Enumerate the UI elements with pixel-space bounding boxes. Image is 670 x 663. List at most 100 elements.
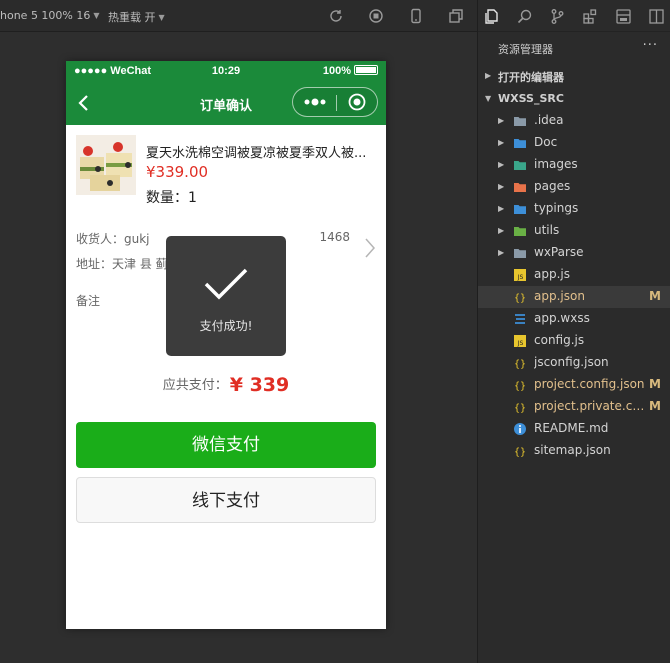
chevron-right-icon: ▶ bbox=[498, 138, 505, 147]
battery-status: 100% bbox=[323, 65, 378, 77]
stop-icon[interactable] bbox=[368, 8, 384, 24]
hot-reload-label: 热重载 开 bbox=[108, 11, 156, 24]
chevron-right-icon: ▶ bbox=[498, 116, 505, 125]
explorer-more-button[interactable]: ··· bbox=[643, 38, 658, 53]
nav-bar: 订单确认 bbox=[66, 82, 386, 125]
explorer-title: 资源管理器 bbox=[498, 43, 553, 56]
open-editors-label: 打开的编辑器 bbox=[498, 71, 564, 84]
more-icon[interactable] bbox=[648, 8, 665, 25]
debug-icon[interactable] bbox=[615, 8, 632, 25]
menu-capsule bbox=[292, 87, 378, 117]
devtools-window: hone 5 100% 16 ▼ 热重载 开 ▼ ●●●●● WeChat 10:2… bbox=[0, 0, 670, 663]
battery-icon bbox=[354, 65, 378, 75]
window-icon[interactable] bbox=[448, 8, 464, 24]
check-icon bbox=[204, 268, 248, 300]
tree-file[interactable]: JS app.js bbox=[478, 264, 670, 286]
file-name: project.config.json bbox=[534, 377, 645, 391]
capsule-divider bbox=[336, 95, 337, 111]
tree-file[interactable]: {} app.json M bbox=[478, 286, 670, 308]
tree-file[interactable]: JS config.js bbox=[478, 330, 670, 352]
tree-folder[interactable]: ▶ wxParse bbox=[478, 242, 670, 264]
receiver-phone: 1468 bbox=[319, 230, 350, 244]
svg-text:{}: {} bbox=[514, 359, 526, 370]
status-bar: ●●●●● WeChat 10:29 100% bbox=[66, 61, 386, 82]
modified-badge: M bbox=[649, 377, 661, 391]
hot-reload-toggle[interactable]: 热重载 开 ▼ bbox=[108, 9, 165, 25]
modified-badge: M bbox=[649, 399, 661, 413]
total-row: 应共支付： ¥ 339 bbox=[66, 374, 386, 396]
more-dots-icon[interactable] bbox=[303, 96, 327, 108]
chevron-right-icon: ▶ bbox=[498, 204, 505, 213]
file-name: images bbox=[534, 157, 578, 171]
modified-badge: M bbox=[649, 289, 661, 303]
order-note[interactable]: 备注 bbox=[76, 292, 100, 309]
file-name: typings bbox=[534, 201, 579, 215]
root-folder-section[interactable]: ▼ WXSS_SRC bbox=[478, 88, 670, 110]
product-price: ¥339.00 bbox=[146, 163, 209, 181]
receiver-name: 收货人：gukj bbox=[76, 232, 150, 246]
svg-text:{}: {} bbox=[514, 381, 526, 392]
file-name: app.json bbox=[534, 289, 585, 303]
total-label: 应共支付： bbox=[162, 378, 228, 393]
chevron-right-icon: ▶ bbox=[485, 71, 492, 80]
chevron-down-icon: ▼ bbox=[485, 94, 492, 103]
close-miniprogram-icon[interactable] bbox=[348, 93, 366, 111]
file-name: app.wxss bbox=[534, 311, 590, 325]
tree-folder[interactable]: ▶ images bbox=[478, 154, 670, 176]
tree-file[interactable]: {} project.config.json M bbox=[478, 374, 670, 396]
tree-folder[interactable]: ▶ .idea bbox=[478, 110, 670, 132]
file-name: wxParse bbox=[534, 245, 584, 259]
device-label: hone 5 100% 16 bbox=[0, 9, 91, 22]
file-name: app.js bbox=[534, 267, 570, 281]
phone-screen: ●●●●● WeChat 10:29 100% 订单确认 夏天水洗棉空调被夏凉被… bbox=[66, 61, 386, 629]
file-name: .idea bbox=[534, 113, 564, 127]
product-quantity: 数量：1 bbox=[146, 190, 197, 206]
refresh-icon[interactable] bbox=[328, 8, 344, 24]
file-name: Doc bbox=[534, 135, 558, 149]
total-amount: ¥ 339 bbox=[229, 374, 290, 396]
file-name: README.md bbox=[534, 421, 609, 435]
file-name: pages bbox=[534, 179, 571, 193]
svg-text:{}: {} bbox=[514, 293, 526, 304]
tree-folder[interactable]: ▶ Doc bbox=[478, 132, 670, 154]
receiver-address: 地址：天津 县 蓟 bbox=[76, 257, 168, 271]
source-control-icon[interactable] bbox=[549, 8, 566, 25]
file-name: config.js bbox=[534, 333, 585, 347]
tree-folder[interactable]: ▶ typings bbox=[478, 198, 670, 220]
root-folder-label: WXSS_SRC bbox=[498, 92, 564, 105]
toast-message: 支付成功! bbox=[199, 319, 253, 333]
search-icon[interactable] bbox=[516, 8, 533, 25]
product-card[interactable]: 夏天水洗棉空调被夏凉被夏季双人被... ¥339.00 数量：1 bbox=[76, 135, 376, 206]
payment-success-toast: 支付成功! bbox=[166, 236, 286, 356]
simulator-toolbar: hone 5 100% 16 ▼ 热重载 开 ▼ bbox=[0, 0, 477, 32]
chevron-right-icon bbox=[365, 238, 376, 258]
tree-file[interactable]: {} project.private.co... M bbox=[478, 396, 670, 418]
tree-folder[interactable]: ▶ pages bbox=[478, 176, 670, 198]
tree-file[interactable]: {} jsconfig.json bbox=[478, 352, 670, 374]
tree-file[interactable]: {} sitemap.json bbox=[478, 440, 670, 462]
file-name: jsconfig.json bbox=[534, 355, 609, 369]
chevron-right-icon: ▶ bbox=[498, 226, 505, 235]
file-name: project.private.co... bbox=[534, 399, 646, 413]
extensions-icon[interactable] bbox=[582, 8, 599, 25]
tree-folder[interactable]: ▶ utils bbox=[478, 220, 670, 242]
product-image bbox=[76, 135, 136, 195]
battery-label: 100% bbox=[322, 65, 351, 77]
file-name: utils bbox=[534, 223, 560, 237]
svg-text:{}: {} bbox=[514, 447, 526, 458]
svg-text:JS: JS bbox=[517, 340, 524, 347]
activity-bar bbox=[478, 0, 670, 32]
tree-file[interactable]: README.md bbox=[478, 418, 670, 440]
open-editors-section[interactable]: ▶ 打开的编辑器 bbox=[478, 65, 670, 87]
tree-file[interactable]: app.wxss bbox=[478, 308, 670, 330]
wechat-pay-button[interactable]: 微信支付 bbox=[76, 422, 376, 468]
phone-icon[interactable] bbox=[408, 8, 424, 24]
offline-pay-button[interactable]: 线下支付 bbox=[76, 477, 376, 523]
chevron-right-icon: ▶ bbox=[498, 182, 505, 191]
files-icon[interactable] bbox=[483, 8, 500, 25]
device-select[interactable]: hone 5 100% 16 ▼ bbox=[0, 9, 100, 22]
product-title: 夏天水洗棉空调被夏凉被夏季双人被... bbox=[146, 146, 367, 161]
svg-text:{}: {} bbox=[514, 403, 526, 414]
simulator-area: ●●●●● WeChat 10:29 100% 订单确认 夏天水洗棉空调被夏凉被… bbox=[0, 32, 477, 663]
chevron-right-icon: ▶ bbox=[498, 160, 505, 169]
